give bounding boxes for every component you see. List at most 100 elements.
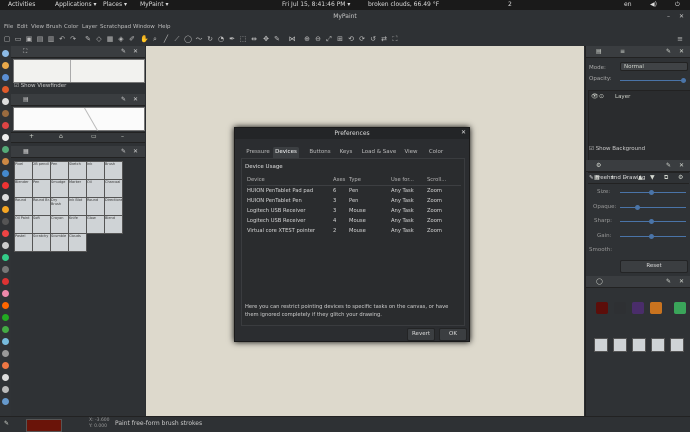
pin-icon[interactable]: ✎ — [121, 148, 126, 155]
home-icon[interactable]: ⌂ — [59, 133, 63, 140]
color-swatch[interactable] — [674, 302, 686, 314]
table-row[interactable]: Virtual core XTEST pointer 2 Mouse Any T… — [247, 226, 461, 236]
rotate-tool-icon[interactable]: ↻ — [206, 35, 214, 43]
brush-preset[interactable]: Smudge — [50, 179, 69, 198]
rotate-left-icon[interactable]: ⟲ — [347, 35, 355, 43]
places-menu[interactable]: Places ▾ — [103, 1, 127, 8]
show-background-checkbox[interactable]: ☑ Show Background — [589, 146, 645, 152]
current-color-swatch[interactable] — [26, 419, 62, 432]
recent-brush[interactable] — [651, 338, 665, 352]
zoom-out-icon[interactable]: ⊖ — [314, 35, 322, 43]
size-slider-knob[interactable] — [649, 190, 654, 195]
table-row[interactable]: Logitech USB Receiver 4 Mouse Any Task Z… — [247, 216, 461, 226]
brush-preset[interactable]: Round — [86, 197, 105, 216]
layer-move-icon[interactable]: ✥ — [262, 35, 270, 43]
launcher-icon[interactable] — [2, 74, 9, 81]
zoom-tool-icon[interactable]: ⌕ — [151, 35, 159, 43]
mirror-icon[interactable]: ⋈ — [288, 35, 296, 43]
brush-preset[interactable]: Brush — [104, 161, 123, 180]
close-panel-icon[interactable]: ✕ — [133, 148, 138, 155]
launcher-icon[interactable] — [2, 338, 9, 345]
export-icon[interactable]: ▤ — [36, 35, 44, 43]
lock-alpha-icon[interactable]: ▦ — [106, 35, 114, 43]
power-icon[interactable]: ⏻ — [675, 1, 680, 9]
device-use-for[interactable]: Any Task — [391, 206, 427, 216]
launcher-icon[interactable] — [2, 278, 9, 285]
tab-pressure[interactable]: Pressure — [245, 147, 271, 158]
launcher-icon[interactable] — [2, 98, 9, 105]
zoom-in-icon[interactable]: ⊕ — [303, 35, 311, 43]
recent-brush[interactable] — [670, 338, 684, 352]
launcher-icon[interactable] — [2, 158, 9, 165]
brush-preset[interactable]: Oil — [86, 179, 105, 198]
launcher-icon[interactable] — [2, 302, 9, 309]
launcher-icon[interactable] — [2, 50, 9, 57]
pin-icon[interactable]: ✎ — [666, 278, 671, 285]
menu-view[interactable]: View — [31, 24, 44, 30]
tab-load-save[interactable]: Load & Save — [359, 147, 399, 158]
device-scroll[interactable]: Zoom — [427, 196, 461, 206]
open-icon[interactable]: ▭ — [14, 35, 22, 43]
pin-icon[interactable]: ✎ — [121, 96, 126, 103]
reset-view-icon[interactable]: ⤢ — [325, 35, 333, 43]
brush-preset[interactable]: Round Br. — [32, 197, 51, 216]
symmetry-icon[interactable]: ⇹ — [250, 35, 258, 43]
color-picker-icon[interactable]: ✒ — [228, 35, 236, 43]
table-row[interactable]: HUION PenTablet Pad pad 6 Pen Any Task Z… — [247, 186, 461, 197]
scratchpad-canvas[interactable] — [13, 59, 145, 83]
brush-preset[interactable]: Clouds — [68, 233, 87, 252]
flip-icon[interactable]: ⇄ — [380, 35, 388, 43]
fullscreen-icon[interactable]: ⛶ — [391, 35, 399, 43]
layer-list-icon[interactable]: ≡ — [620, 48, 625, 55]
gain-slider-knob[interactable] — [649, 234, 654, 239]
fit-icon[interactable]: ▭ — [91, 133, 97, 140]
activities-button[interactable]: Activities — [8, 1, 35, 8]
brush-preset[interactable]: Soft — [32, 215, 51, 234]
tab-buttons[interactable]: Buttons — [305, 147, 335, 158]
pin-icon[interactable]: ✎ — [121, 48, 126, 55]
frame-tool-icon[interactable]: ⬚ — [239, 35, 247, 43]
preview-canvas[interactable] — [13, 107, 145, 131]
launcher-icon[interactable] — [2, 194, 9, 201]
launcher-icon[interactable] — [2, 206, 9, 213]
device-scroll[interactable]: Zoom — [427, 226, 461, 236]
ellipse-tool-icon[interactable]: ◯ — [184, 35, 192, 43]
fit-view-icon[interactable]: ⊞ — [336, 35, 344, 43]
pin-icon[interactable]: ✎ — [666, 48, 671, 55]
col-device[interactable]: Device — [247, 175, 333, 186]
brush-preset[interactable]: Knife — [68, 215, 87, 234]
language-indicator[interactable]: en — [624, 1, 632, 8]
color-swatch[interactable] — [650, 302, 662, 314]
close-panel-icon[interactable]: ✕ — [679, 48, 684, 55]
brush-preset[interactable]: Ink Blot — [68, 197, 87, 216]
col-type[interactable]: Type — [349, 175, 391, 186]
launcher-icon[interactable] — [2, 254, 9, 261]
brush-preset[interactable]: Scratchy — [32, 233, 51, 252]
device-use-for[interactable]: Any Task — [391, 186, 427, 197]
launcher-icon[interactable] — [2, 326, 9, 333]
device-use-for[interactable]: Any Task — [391, 216, 427, 226]
clock[interactable]: Fri Jul 15, 8:41:46 PM ▾ — [282, 1, 350, 8]
brush-preset[interactable]: Glow — [86, 215, 105, 234]
brush-preset[interactable]: Dry Brush — [50, 197, 69, 216]
launcher-icon[interactable] — [2, 62, 9, 69]
brush-preset[interactable]: 2B pencil — [32, 161, 51, 180]
reset-rotation-icon[interactable]: ↺ — [369, 35, 377, 43]
launcher-icon[interactable] — [2, 182, 9, 189]
layer-edit-icon[interactable]: ✎ — [273, 35, 281, 43]
menu-edit[interactable]: Edit — [17, 24, 28, 30]
layer-down-icon[interactable]: ▼ — [650, 174, 655, 181]
export-as-icon[interactable]: ▥ — [47, 35, 55, 43]
rotate-right-icon[interactable]: ⟳ — [358, 35, 366, 43]
brush-preset[interactable]: Pen — [32, 179, 51, 198]
launcher-icon[interactable] — [2, 266, 9, 273]
brush-preset[interactable]: Directions — [104, 197, 123, 216]
eraser-tool-icon[interactable]: ◇ — [95, 35, 103, 43]
brush-preset[interactable]: Pastel — [14, 233, 33, 252]
menu-window[interactable]: Window — [133, 24, 155, 30]
app-menu[interactable]: MyPaint ▾ — [140, 1, 169, 8]
redo-icon[interactable]: ↷ — [69, 35, 77, 43]
mode-select[interactable]: Normal — [620, 62, 688, 71]
launcher-icon[interactable] — [2, 314, 9, 321]
flood-fill-icon[interactable]: ◔ — [217, 35, 225, 43]
